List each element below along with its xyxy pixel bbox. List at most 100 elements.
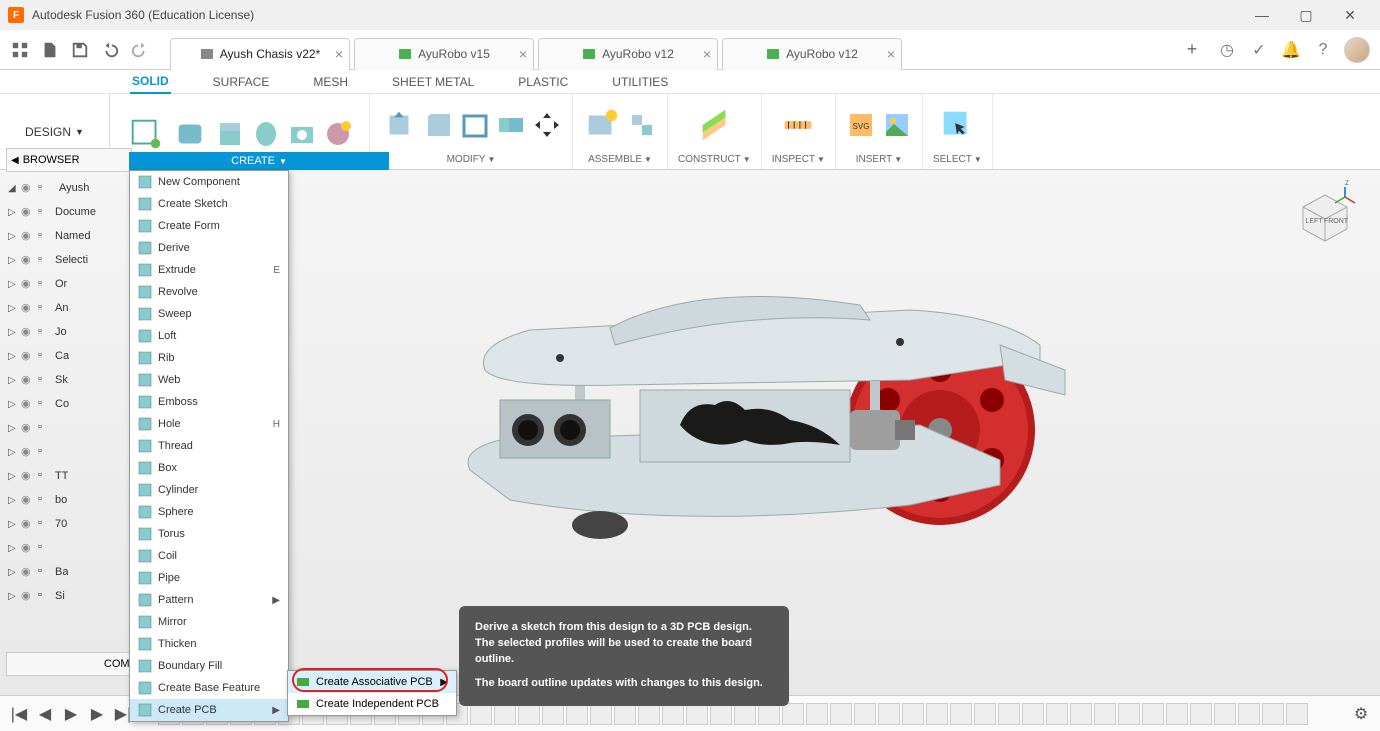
expand-icon[interactable]: ▷ [8,207,18,218]
tree-row[interactable]: ▷◉▫TT [6,464,132,488]
tree-row[interactable]: ▷◉▫An [6,296,132,320]
hole-icon[interactable] [287,119,317,149]
visibility-icon[interactable]: ◉ [21,541,35,555]
menu-item-thicken[interactable]: Thicken [130,633,288,655]
timeline-feature[interactable] [1070,703,1092,725]
ribbon-tab-solid[interactable]: SOLID [130,70,171,94]
expand-icon[interactable]: ▷ [8,591,18,602]
timeline-feature[interactable] [1142,703,1164,725]
expand-icon[interactable]: ▷ [8,447,18,458]
timeline-feature[interactable] [1286,703,1308,725]
close-tab-icon[interactable]: × [335,46,343,62]
create-sketch-icon[interactable] [127,115,165,153]
window-maximize-button[interactable]: ▢ [1284,0,1328,30]
timeline-feature[interactable] [1214,703,1236,725]
document-tab[interactable]: Ayush Chasis v22*× [170,38,350,70]
timeline-feature[interactable] [1046,703,1068,725]
timeline-feature[interactable] [542,703,564,725]
expand-icon[interactable]: ▷ [8,351,18,362]
data-panel-button[interactable] [6,36,34,64]
expand-icon[interactable]: ▷ [8,423,18,434]
expand-icon[interactable]: ▷ [8,255,18,266]
visibility-icon[interactable]: ◉ [21,205,35,219]
tree-row-root[interactable]: ◢ ◉ ▫ Ayush [6,176,132,200]
visibility-icon[interactable]: ◉ [21,445,35,459]
timeline-feature[interactable] [710,703,732,725]
document-tab[interactable]: AyuRobo v12× [538,38,718,70]
timeline-feature[interactable] [638,703,660,725]
visibility-icon[interactable]: ◉ [21,493,35,507]
expand-icon[interactable]: ▷ [8,471,18,482]
tree-row[interactable]: ▷◉▫Or [6,272,132,296]
visibility-icon[interactable]: ◉ [21,301,35,315]
visibility-icon[interactable]: ◉ [21,181,35,195]
redo-button[interactable] [126,36,154,64]
menu-item-emboss[interactable]: Emboss [130,391,288,413]
ribbon-tab-utilities[interactable]: UTILITIES [610,71,670,93]
visibility-icon[interactable]: ◉ [21,349,35,363]
menu-item-box[interactable]: Box [130,457,288,479]
timeline-settings-button[interactable]: ⚙ [1350,703,1372,725]
expand-icon[interactable]: ▷ [8,375,18,386]
create-form-icon[interactable] [171,115,209,153]
timeline-feature[interactable] [1166,703,1188,725]
visibility-icon[interactable]: ◉ [21,325,35,339]
timeline-feature[interactable] [806,703,828,725]
help-icon[interactable]: ? [1312,39,1334,61]
press-pull-icon[interactable] [380,106,418,144]
timeline-feature[interactable] [926,703,948,725]
extensions-icon[interactable]: ◷ [1216,39,1238,61]
tree-row[interactable]: ▷◉▫ [6,416,132,440]
menu-item-hole[interactable]: HoleH [130,413,288,435]
user-avatar[interactable] [1344,37,1370,63]
insert-image-icon[interactable] [882,110,912,140]
timeline-feature[interactable] [470,703,492,725]
job-status-icon[interactable]: ✓ [1248,39,1270,61]
menu-item-rib[interactable]: Rib [130,347,288,369]
tree-row[interactable]: ▷◉▫ [6,536,132,560]
timeline-feature[interactable] [734,703,756,725]
create-group-header[interactable]: CREATE▼ [129,152,389,170]
tree-row[interactable]: ▷◉▫Named [6,224,132,248]
menu-item-revolve[interactable]: Revolve [130,281,288,303]
menu-item-loft[interactable]: Loft [130,325,288,347]
move-icon[interactable] [532,110,562,140]
view-cube[interactable]: FRONT LEFT Z [1290,180,1360,250]
document-tab[interactable]: AyuRobo v15× [354,38,534,70]
expand-icon[interactable]: ▷ [8,495,18,506]
menu-item-torus[interactable]: Torus [130,523,288,545]
menu-item-create-form[interactable]: Create Form [130,215,288,237]
visibility-icon[interactable]: ◉ [21,277,35,291]
joint-icon[interactable] [627,110,657,140]
tree-row[interactable]: ▷◉▫Co [6,392,132,416]
timeline-feature[interactable] [614,703,636,725]
menu-item-pipe[interactable]: Pipe [130,567,288,589]
visibility-icon[interactable]: ◉ [21,517,35,531]
timeline-play-button[interactable]: ▶ [60,703,82,725]
tree-row[interactable]: ▷◉▫Selecti [6,248,132,272]
timeline-feature[interactable] [518,703,540,725]
timeline-feature[interactable] [854,703,876,725]
timeline-feature[interactable] [1022,703,1044,725]
timeline-feature[interactable] [590,703,612,725]
visibility-icon[interactable]: ◉ [21,397,35,411]
timeline-feature[interactable] [566,703,588,725]
visibility-icon[interactable]: ◉ [21,421,35,435]
tree-row[interactable]: ▷◉▫Ba [6,560,132,584]
expand-icon[interactable]: ▷ [8,231,18,242]
fillet-icon[interactable] [424,110,454,140]
visibility-icon[interactable]: ◉ [21,565,35,579]
timeline-feature[interactable] [1094,703,1116,725]
tree-row[interactable]: ▷◉▫Ca [6,344,132,368]
expand-icon[interactable]: ▷ [8,519,18,530]
browser-header[interactable]: ◀ BROWSER [6,148,132,172]
visibility-icon[interactable]: ◉ [21,589,35,603]
close-tab-icon[interactable]: × [519,46,527,62]
expand-icon[interactable]: ▷ [8,567,18,578]
timeline-forward-button[interactable]: ▶ [86,703,108,725]
expand-icon[interactable]: ▷ [8,543,18,554]
undo-button[interactable] [96,36,124,64]
primitives-icon[interactable] [323,119,353,149]
notifications-icon[interactable]: 🔔 [1280,39,1302,61]
revolve-icon[interactable] [251,119,281,149]
